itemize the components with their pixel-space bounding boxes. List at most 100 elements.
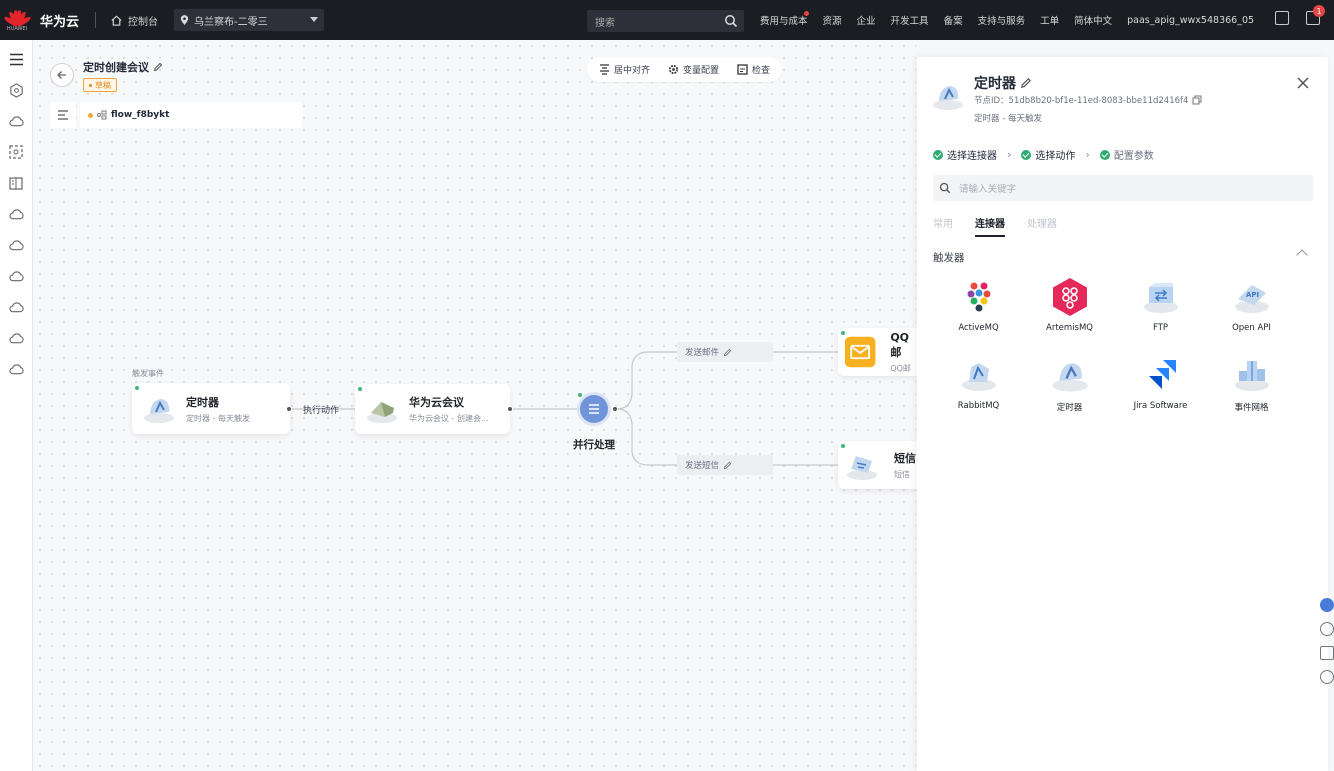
list-icon [58, 110, 68, 120]
cloud-icon-2[interactable] [7, 205, 25, 223]
branch-sms[interactable]: 发送短信 [677, 455, 773, 475]
timer-icon [144, 398, 174, 423]
jira-icon [1148, 360, 1176, 389]
nav-language[interactable]: 简体中文 [1074, 13, 1112, 27]
connector-openapi[interactable]: API Open API [1206, 277, 1297, 333]
output-port[interactable] [612, 406, 618, 412]
chevron-right-icon: › [1007, 148, 1012, 161]
terminal-icon[interactable] [1275, 11, 1289, 25]
cloud-icon-1[interactable] [7, 112, 25, 130]
nav-billing[interactable]: 费用与成本 [760, 13, 808, 27]
message-badge: 1 [1313, 5, 1325, 17]
connector-label: 事件网格 [1234, 403, 1269, 413]
tab-common[interactable]: 常用 [933, 215, 953, 237]
branch-email[interactable]: 发送邮件 [677, 342, 773, 362]
tab-processors[interactable]: 处理器 [1027, 215, 1057, 237]
artemismq-icon [1052, 278, 1087, 316]
location-icon [180, 14, 189, 25]
search-icon [939, 182, 951, 194]
menu-icon[interactable] [7, 50, 25, 68]
rabbitmq-icon [961, 363, 996, 391]
smile-icon[interactable] [1320, 670, 1334, 684]
timer-node[interactable]: 定时器 定时器 - 每天触发 [132, 383, 290, 434]
check-label: 检查 [752, 66, 771, 76]
connector-search-input[interactable]: 请输入关键字 [933, 175, 1313, 201]
connector-activemq[interactable]: ActiveMQ [933, 277, 1024, 333]
nav-devtools[interactable]: 开发工具 [891, 13, 929, 27]
connector-label: ArtemisMQ [1046, 323, 1093, 333]
tab-connectors[interactable]: 连接器 [975, 215, 1005, 237]
edit-icon[interactable] [723, 348, 732, 357]
connector-eventgrid[interactable]: 事件网格 [1206, 355, 1297, 413]
node-id: 节点ID：51db8b20-bf1e-11ed-8083-bbe11d2416f… [974, 94, 1202, 106]
home-icon [111, 15, 122, 26]
connector-ftp[interactable]: FTP [1115, 277, 1206, 333]
step-select-connector[interactable]: 选择连接器 [933, 147, 997, 162]
nav-username[interactable]: paas_apig_wwx548366_05 [1127, 15, 1254, 26]
nav-resources[interactable]: 资源 [823, 13, 842, 27]
flow-title-text: 定时创建会议 [83, 61, 149, 74]
parallel-node[interactable] [578, 393, 608, 423]
assistant-icon[interactable] [1320, 598, 1334, 612]
connector-artemismq[interactable]: ArtemisMQ [1024, 277, 1115, 333]
node-status-dot [841, 444, 845, 448]
nav-enterprise[interactable]: 企业 [857, 13, 876, 27]
connector-label: RabbitMQ [957, 401, 1000, 411]
close-icon[interactable] [1296, 76, 1310, 90]
step-config-params[interactable]: 配置参数 [1099, 147, 1154, 162]
output-port[interactable] [286, 406, 292, 412]
edit-icon[interactable] [723, 461, 732, 470]
connector-jira[interactable]: Jira Software [1115, 355, 1206, 413]
cloud-icon-6[interactable] [7, 329, 25, 347]
cloud-icon-7[interactable] [7, 360, 25, 378]
global-search-input[interactable]: 搜索 [587, 10, 744, 32]
nav-filing[interactable]: 备案 [944, 13, 963, 27]
step-label: 选择动作 [1035, 151, 1076, 162]
floating-tools [1320, 598, 1334, 684]
console-link[interactable]: 控制台 [110, 13, 158, 28]
check-button[interactable]: 检查 [737, 63, 770, 76]
message-icon[interactable]: 1 [1306, 5, 1325, 25]
chevron-up-icon[interactable] [1296, 249, 1308, 261]
back-button[interactable] [50, 63, 74, 87]
edit-icon[interactable] [153, 62, 163, 72]
checklist-icon [737, 64, 748, 75]
meeting-node[interactable]: 华为云会议 华为云会议 - 创建会... [355, 384, 510, 434]
step-select-action[interactable]: 选择动作 [1021, 147, 1075, 162]
status-dot [88, 112, 93, 118]
cloud-icon-3[interactable] [7, 236, 25, 254]
service-icon-2[interactable] [7, 143, 25, 161]
top-nav: 费用与成本 资源 企业 开发工具 备案 支持与服务 工单 简体中文 paas_a… [760, 0, 1254, 40]
connector-label: FTP [1152, 323, 1169, 333]
connector-tabs: 常用 连接器 处理器 [933, 215, 1057, 237]
output-port[interactable] [507, 406, 513, 412]
huawei-logo[interactable]: HUAWEI [0, 0, 34, 40]
center-align-button[interactable]: 居中对齐 [599, 63, 650, 76]
region-label: 乌兰察布-二零三 [194, 16, 268, 28]
region-select[interactable]: 乌兰察布-二零三 [174, 9, 325, 31]
service-icon-1[interactable] [7, 81, 25, 99]
qq-mail-node[interactable]: QQ邮 QQ邮 [838, 328, 917, 376]
search-icon[interactable] [724, 14, 738, 28]
feedback-icon[interactable] [1320, 646, 1334, 660]
cloud-icon-5[interactable] [7, 298, 25, 316]
nav-support[interactable]: 支持与服务 [978, 13, 1026, 27]
section-triggers: 触发器 [933, 252, 965, 264]
cloud-icon-4[interactable] [7, 267, 25, 285]
brand-name[interactable]: 华为云 [40, 11, 79, 30]
nav-tickets[interactable]: 工单 [1040, 13, 1059, 27]
sms-node[interactable]: 短信 短信 [838, 441, 917, 489]
outline-button[interactable] [50, 102, 76, 128]
ftp-icon [1143, 283, 1178, 313]
help-icon[interactable] [1320, 622, 1334, 636]
copy-icon[interactable] [1192, 95, 1202, 105]
console-label: 控制台 [128, 16, 159, 28]
book-icon[interactable] [7, 174, 25, 192]
timer-node-title: 定时器 [186, 395, 219, 409]
connector-timer[interactable]: 定时器 [1024, 355, 1115, 413]
eventgrid-icon [1234, 361, 1269, 391]
edit-icon[interactable] [1020, 77, 1032, 89]
variables-button[interactable]: 变量配置 [668, 63, 719, 76]
flow-name-item[interactable]: flow_f8bykt [80, 102, 302, 128]
connector-rabbitmq[interactable]: RabbitMQ [933, 355, 1024, 413]
